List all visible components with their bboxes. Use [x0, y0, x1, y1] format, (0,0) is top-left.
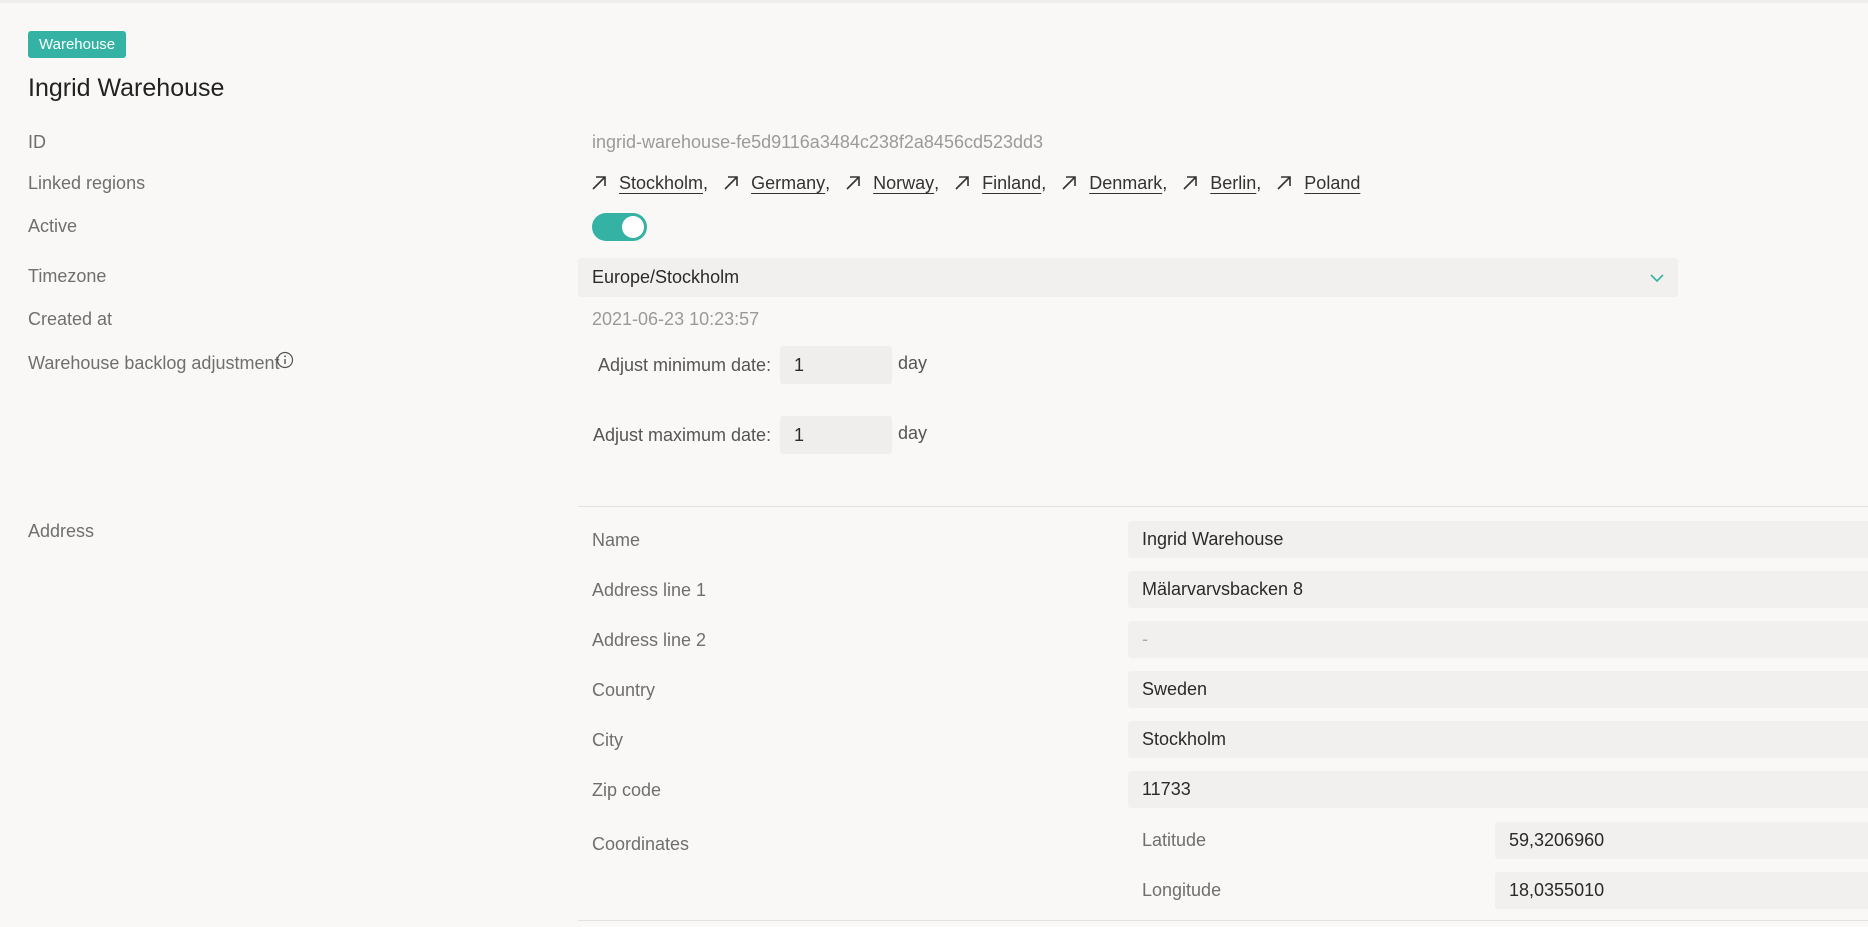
timezone-select[interactable]: Europe/Stockholm — [578, 258, 1678, 297]
timezone-selected-value: Europe/Stockholm — [592, 267, 740, 287]
region-finland[interactable]: Finland, — [953, 173, 1046, 194]
arrow-up-right-icon — [1062, 176, 1077, 190]
timezone-label: Timezone — [28, 266, 107, 286]
arrow-up-right-icon — [592, 176, 606, 190]
address-line2-label: Address line 2 — [592, 630, 707, 650]
adjust-min-label: Adjust minimum date: — [598, 355, 772, 375]
region-separator: , — [703, 172, 709, 193]
id-value: ingrid-warehouse-fe5d9116a3484c238f2a845… — [592, 132, 1044, 152]
arrow-up-right-icon — [1183, 176, 1198, 190]
arrow-up-right-icon — [846, 176, 860, 190]
city-field[interactable] — [1128, 721, 1868, 758]
adjust-max-input[interactable] — [780, 416, 892, 454]
latitude-field[interactable] — [1495, 822, 1868, 859]
region-link[interactable]: Germany — [751, 173, 825, 194]
linked-regions-list: Stockholm, Germany, Norway, Finland, Den… — [590, 171, 1374, 195]
region-germany[interactable]: Germany, — [722, 173, 830, 194]
region-link[interactable]: Stockholm — [619, 173, 703, 194]
active-toggle[interactable] — [592, 213, 647, 241]
arrow-up-right-icon — [1277, 176, 1292, 190]
region-separator: , — [934, 172, 940, 193]
info-icon[interactable] — [276, 351, 294, 369]
chevron-down-icon — [1650, 273, 1664, 282]
active-label: Active — [28, 216, 78, 236]
longitude-field[interactable] — [1495, 872, 1868, 909]
id-label: ID — [28, 132, 46, 152]
created-at-label: Created at — [28, 309, 113, 329]
region-link[interactable]: Finland — [982, 173, 1041, 194]
address-line2-field[interactable] — [1128, 621, 1868, 658]
latitude-label: Latitude — [1142, 830, 1207, 850]
region-link[interactable]: Poland — [1304, 173, 1360, 194]
region-denmark[interactable]: Denmark, — [1060, 173, 1167, 194]
top-border — [0, 0, 1868, 3]
adjust-max-unit: day — [898, 423, 928, 443]
region-separator: , — [1041, 172, 1047, 193]
address-line1-field[interactable] — [1128, 571, 1868, 608]
address-label: Address — [28, 521, 95, 541]
address-divider-top — [578, 506, 1868, 507]
zip-field[interactable] — [1128, 771, 1868, 808]
longitude-label: Longitude — [1142, 880, 1222, 900]
region-separator: , — [1256, 172, 1262, 193]
address-name-label: Name — [592, 530, 641, 550]
city-label: City — [592, 730, 623, 750]
page-title: Ingrid Warehouse — [28, 74, 225, 102]
adjust-max-label: Adjust maximum date: — [593, 425, 772, 445]
arrow-up-right-icon — [724, 176, 738, 190]
backlog-label: Warehouse backlog adjustment — [28, 353, 280, 373]
coordinates-label: Coordinates — [592, 834, 690, 854]
region-link[interactable]: Berlin — [1210, 173, 1256, 194]
region-poland[interactable]: Poland — [1275, 173, 1360, 194]
region-link[interactable]: Norway — [873, 173, 934, 194]
address-divider-bottom — [578, 920, 1868, 921]
region-berlin[interactable]: Berlin, — [1181, 173, 1261, 194]
country-label: Country — [592, 680, 656, 700]
address-name-field[interactable] — [1128, 521, 1868, 558]
region-separator: , — [825, 172, 831, 193]
address-line1-label: Address line 1 — [592, 580, 707, 600]
toggle-knob — [622, 216, 644, 238]
region-separator: , — [1162, 172, 1168, 193]
region-norway[interactable]: Norway, — [844, 173, 939, 194]
created-at-value: 2021-06-23 10:23:57 — [592, 309, 760, 329]
arrow-up-right-icon — [955, 176, 969, 190]
linked-regions-label: Linked regions — [28, 173, 146, 193]
type-badge: Warehouse — [28, 31, 127, 58]
zip-label: Zip code — [592, 780, 662, 800]
country-field[interactable] — [1128, 671, 1868, 708]
adjust-min-input[interactable] — [780, 346, 892, 384]
region-link[interactable]: Denmark — [1089, 173, 1162, 194]
region-stockholm[interactable]: Stockholm, — [590, 173, 708, 194]
adjust-min-unit: day — [898, 353, 928, 373]
